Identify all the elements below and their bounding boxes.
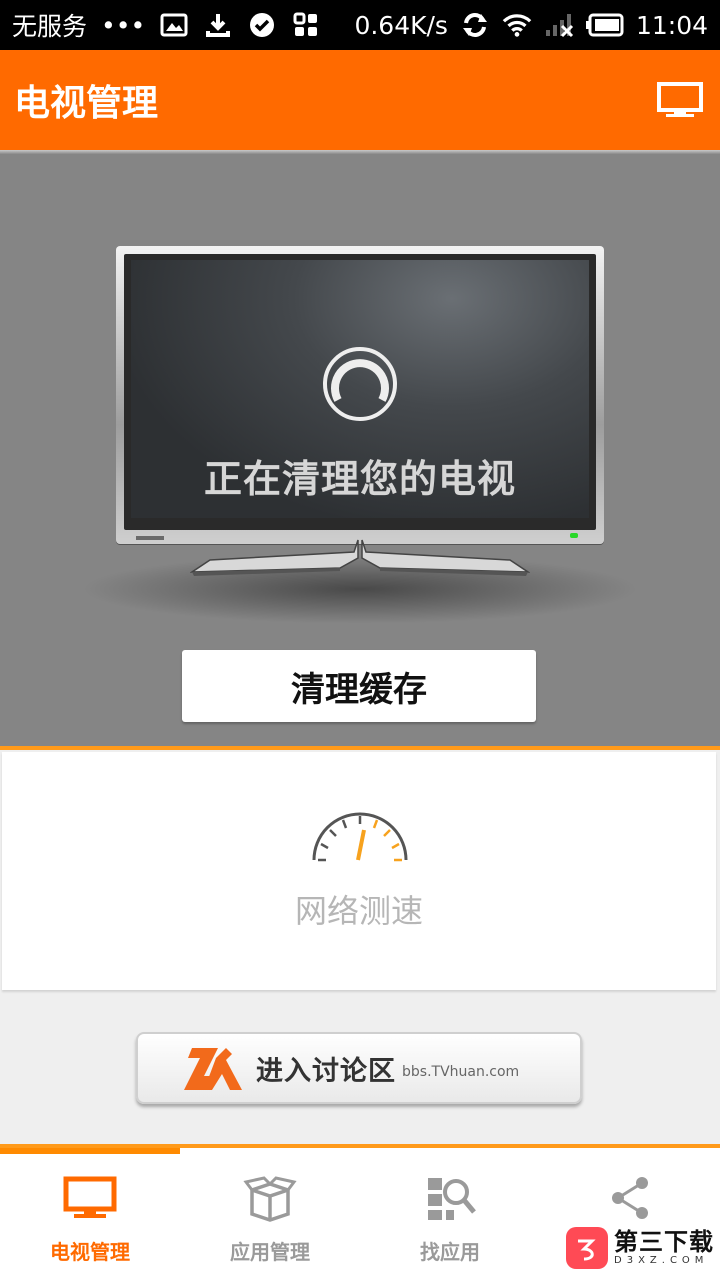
wifi-icon bbox=[502, 10, 532, 40]
share-icon bbox=[612, 1177, 648, 1219]
tv-icon bbox=[657, 82, 703, 117]
nav-tab-tv-manage[interactable]: 电视管理 bbox=[0, 1148, 180, 1280]
download-icon bbox=[203, 10, 233, 40]
sync-icon bbox=[460, 10, 490, 40]
forum-url: bbs.TVhuan.com bbox=[402, 1064, 520, 1080]
tv-clean-panel: 正在清理您的电视 清理缓存 bbox=[0, 154, 720, 748]
nav-tab-app-manage[interactable]: 应用管理 bbox=[180, 1148, 360, 1280]
loading-spinner-icon bbox=[323, 347, 397, 421]
status-bar: 无服务 ••• 0.64K/s 11:04 bbox=[0, 0, 720, 50]
tv-power-led bbox=[570, 533, 578, 538]
watermark-en-text: D3XZ.COM bbox=[614, 1255, 709, 1266]
hero-divider bbox=[0, 746, 720, 750]
image-icon bbox=[159, 10, 189, 40]
battery-icon bbox=[585, 10, 624, 40]
cleaning-status-text: 正在清理您的电视 bbox=[203, 457, 516, 501]
nav-tab-find-apps[interactable]: 找应用 bbox=[360, 1148, 540, 1280]
tvhuan-logo-icon bbox=[184, 1048, 242, 1090]
signal-off-icon bbox=[544, 10, 574, 40]
carrier-text: 无服务 bbox=[12, 12, 88, 41]
box-icon bbox=[243, 1176, 297, 1222]
d3xz-logo-icon bbox=[566, 1227, 608, 1269]
nav-tab-label: 找应用 bbox=[420, 1240, 480, 1264]
nav-active-indicator bbox=[0, 1148, 180, 1154]
tv-connect-button[interactable] bbox=[654, 80, 706, 120]
d3xz-watermark: 第三下载 D3XZ.COM bbox=[566, 1226, 716, 1270]
speedometer-icon bbox=[312, 812, 408, 862]
nav-tab-label: 电视管理 bbox=[50, 1240, 130, 1264]
speed-test-label: 网络测速 bbox=[294, 892, 423, 930]
forum-entry-button[interactable]: 进入讨论区 bbs.TVhuan.com bbox=[136, 1032, 582, 1104]
check-circle-icon bbox=[247, 10, 277, 40]
page-title: 电视管理 bbox=[14, 83, 159, 124]
search-apps-icon bbox=[428, 1178, 476, 1220]
tv-stand bbox=[190, 539, 530, 576]
notification-dots: ••• bbox=[101, 10, 146, 40]
clear-cache-button[interactable]: 清理缓存 bbox=[182, 650, 536, 722]
clock-text: 11:04 bbox=[635, 10, 708, 40]
tv-icon bbox=[63, 1176, 117, 1218]
forum-title: 进入讨论区 bbox=[256, 1055, 396, 1087]
network-speed-test-card[interactable]: 网络测速 bbox=[2, 752, 716, 990]
apps-icon bbox=[291, 10, 321, 40]
tv-brand-mark bbox=[136, 536, 164, 540]
nav-tab-label: 应用管理 bbox=[230, 1240, 310, 1264]
app-bar: 电视管理 bbox=[0, 50, 720, 150]
net-speed-text: 0.64K/s bbox=[354, 10, 448, 40]
watermark-cn-text: 第三下载 bbox=[614, 1228, 714, 1256]
